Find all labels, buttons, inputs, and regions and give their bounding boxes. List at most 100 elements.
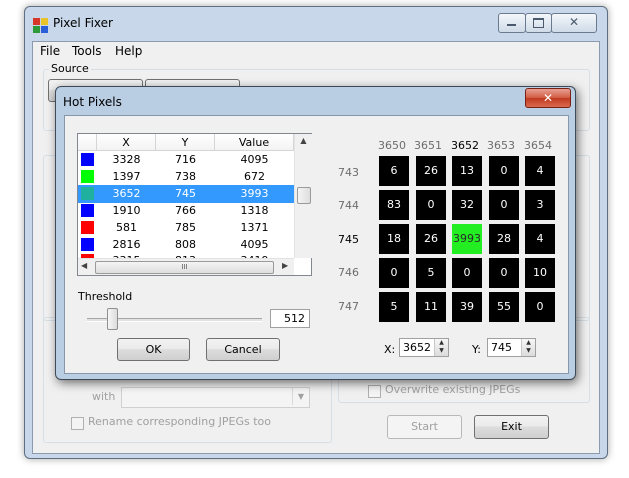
grid-col-label: 3650 — [378, 139, 406, 152]
cell-value: 1318 — [240, 204, 269, 217]
with-dropdown[interactable]: ▼ — [121, 387, 310, 408]
maximize-button[interactable] — [525, 13, 552, 33]
color-swatch — [81, 204, 94, 217]
pixel-cell[interactable]: 0 — [489, 258, 519, 288]
grid-col-label: 3653 — [487, 139, 515, 152]
list-item-selected[interactable]: 3652 745 3993 — [78, 185, 294, 203]
cell-value: 3993 — [240, 187, 269, 200]
with-label: with — [92, 390, 116, 403]
pixel-cell[interactable]: 0 — [416, 190, 446, 220]
cancel-button[interactable]: Cancel — [206, 338, 280, 361]
maximize-icon — [533, 18, 544, 28]
grid-row-label: 747 — [338, 300, 359, 313]
list-item[interactable]: 581 785 1371 — [78, 219, 294, 237]
pixel-cell[interactable]: 13 — [452, 156, 482, 186]
y-spinner[interactable]: 745 ▲ ▼ — [487, 338, 536, 357]
hot-pixel-list[interactable]: X Y Value 3328 716 4095 1397 738 672 365… — [77, 133, 312, 276]
color-swatch — [81, 170, 94, 183]
dialog-close-button[interactable]: ✕ — [525, 88, 571, 108]
overwrite-label: Overwrite existing JPEGs — [385, 383, 521, 396]
grid-col-label-active: 3652 — [451, 139, 479, 152]
slider-thumb[interactable] — [107, 308, 118, 330]
hot-pixel-cell[interactable]: 3993 — [452, 224, 482, 254]
close-window-button[interactable]: ✕ — [551, 13, 597, 33]
pixel-cell[interactable]: 5 — [379, 292, 409, 322]
cell-x: 1397 — [112, 170, 141, 183]
pixel-cell[interactable]: 0 — [525, 292, 555, 322]
pixel-cell[interactable]: 55 — [489, 292, 519, 322]
y-spinner-arrows[interactable]: ▲ ▼ — [521, 339, 535, 356]
rename-label: Rename corresponding JPEGs too — [88, 415, 272, 428]
menu-tools[interactable]: Tools — [72, 44, 102, 58]
pixel-cell[interactable]: 0 — [452, 258, 482, 288]
exit-button[interactable]: Exit — [474, 415, 549, 439]
list-item[interactable]: 3328 716 4095 — [78, 151, 294, 169]
pixel-cell[interactable]: 26 — [416, 156, 446, 186]
threshold-slider[interactable] — [87, 308, 262, 332]
list-vertical-scrollbar[interactable]: ▲ — [294, 134, 312, 258]
rename-checkbox[interactable] — [71, 417, 84, 430]
x-value: 3652 — [403, 341, 431, 354]
pixel-cell[interactable]: 0 — [489, 190, 519, 220]
pixel-cell[interactable]: 0 — [379, 258, 409, 288]
x-label: X: — [384, 343, 396, 356]
vertical-scroll-thumb[interactable] — [297, 187, 311, 204]
spin-down-icon[interactable]: ▼ — [435, 347, 448, 355]
pixel-cell[interactable]: 32 — [452, 190, 482, 220]
cell-y: 745 — [175, 187, 196, 200]
cell-value: 1371 — [240, 221, 269, 234]
cell-value: 672 — [244, 170, 265, 183]
menu-help[interactable]: Help — [115, 44, 142, 58]
x-spinner[interactable]: 3652 ▲ ▼ — [399, 338, 449, 357]
minimize-button[interactable] — [498, 13, 526, 33]
pixel-cell[interactable]: 5 — [416, 258, 446, 288]
overwrite-checkbox[interactable] — [368, 385, 381, 398]
cell-y: 738 — [175, 170, 196, 183]
color-swatch — [81, 238, 94, 251]
list-item[interactable]: 1397 738 672 — [78, 168, 294, 186]
spin-up-icon[interactable]: ▲ — [435, 339, 448, 347]
list-horizontal-scrollbar[interactable]: ◀ III ▶ — [78, 258, 294, 275]
grid-col-label: 3651 — [414, 139, 442, 152]
pixel-cell[interactable]: 39 — [452, 292, 482, 322]
grid-row-label: 744 — [338, 199, 359, 212]
cell-x: 3652 — [112, 187, 141, 200]
scroll-right-icon[interactable]: ▶ — [282, 261, 288, 270]
pixel-cell[interactable]: 10 — [525, 258, 555, 288]
cell-x: 581 — [116, 221, 137, 234]
threshold-input[interactable]: 512 — [270, 309, 310, 328]
list-rows: 3328 716 4095 1397 738 672 3652 745 3993 — [78, 151, 294, 258]
cell-y: 766 — [175, 204, 196, 217]
color-swatch — [81, 221, 94, 234]
pixel-cell[interactable]: 0 — [489, 156, 519, 186]
scroll-up-icon[interactable]: ▲ — [295, 136, 312, 145]
pixel-cell[interactable]: 6 — [379, 156, 409, 186]
list-header-value[interactable]: Value — [215, 134, 294, 151]
y-label: Y: — [472, 343, 481, 356]
hot-pixels-dialog: Hot Pixels ✕ X Y Value 3328 716 4095 139… — [55, 86, 576, 380]
pixel-cell[interactable]: 18 — [379, 224, 409, 254]
list-header-x[interactable]: X — [97, 134, 156, 151]
pixel-cell[interactable]: 83 — [379, 190, 409, 220]
list-header-y[interactable]: Y — [156, 134, 215, 151]
app-icon — [33, 18, 48, 33]
pixel-cell[interactable]: 4 — [525, 224, 555, 254]
pixel-cell[interactable]: 4 — [525, 156, 555, 186]
list-header-color[interactable] — [78, 134, 97, 151]
spin-up-icon[interactable]: ▲ — [522, 339, 535, 347]
horizontal-scroll-thumb[interactable]: III — [95, 261, 274, 274]
ok-button[interactable]: OK — [117, 338, 190, 361]
menu-file[interactable]: File — [40, 44, 60, 58]
list-item[interactable]: 1910 766 1318 — [78, 202, 294, 220]
color-swatch — [81, 153, 94, 166]
x-spinner-arrows[interactable]: ▲ ▼ — [434, 339, 448, 356]
pixel-cell[interactable]: 11 — [416, 292, 446, 322]
pixel-cell[interactable]: 3 — [525, 190, 555, 220]
pixel-cell[interactable]: 26 — [416, 224, 446, 254]
spin-down-icon[interactable]: ▼ — [522, 347, 535, 355]
pixel-grid: 6 26 13 0 4 83 0 32 0 3 18 26 3993 28 4 0 5 0 0 10 5 11 39 55 0 — [379, 156, 555, 326]
pixel-cell[interactable]: 28 — [489, 224, 519, 254]
dialog-title: Hot Pixels — [63, 95, 122, 109]
start-button[interactable]: Start — [387, 415, 462, 439]
scroll-left-icon[interactable]: ◀ — [81, 261, 87, 270]
